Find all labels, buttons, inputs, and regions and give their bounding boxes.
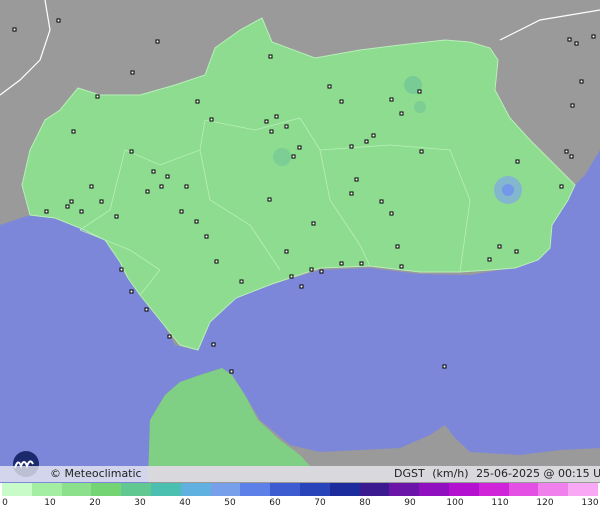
scale-tick-label: 40 — [179, 498, 191, 508]
scale-swatch — [359, 483, 390, 496]
color-scale-bar — [2, 483, 598, 496]
scale-tick-label: 100 — [446, 498, 464, 508]
scale-swatch — [299, 483, 330, 496]
scale-tick-label: 70 — [314, 498, 326, 508]
scale-swatch — [61, 483, 92, 496]
variable-name: DGST — [394, 467, 425, 480]
scale-tick-label: 0 — [2, 498, 8, 508]
scale-swatch — [2, 483, 32, 496]
gust-spot — [502, 184, 514, 196]
scale-tick-label: 20 — [89, 498, 101, 508]
scale-swatch — [180, 483, 211, 496]
scale-tick-label: 50 — [224, 498, 236, 508]
gust-spot — [414, 101, 426, 113]
scale-tick-label: 130 — [581, 498, 599, 508]
scale-tick-label: 90 — [404, 498, 416, 508]
scale-swatch — [150, 483, 181, 496]
scale-swatch — [448, 483, 479, 496]
color-scale-ticks: 0 10 20 30 40 50 60 70 80 90 100 110 120 130 — [0, 498, 600, 514]
scale-tick-label: 30 — [134, 498, 146, 508]
scale-tick-label: 10 — [44, 498, 56, 508]
weather-map — [0, 0, 600, 483]
scale-swatch — [478, 483, 509, 496]
scale-swatch — [210, 483, 241, 496]
gust-spot — [273, 148, 291, 166]
scale-swatch — [568, 483, 598, 496]
scale-swatch — [270, 483, 300, 496]
scale-swatch — [419, 483, 449, 496]
scale-swatch — [329, 483, 360, 496]
scale-swatch — [91, 483, 122, 496]
color-scale: 0 10 20 30 40 50 60 70 80 90 100 110 120 130 — [0, 483, 600, 517]
scale-tick-label: 110 — [491, 498, 509, 508]
timestamp: 25-06-2025 @ 00:15 UTC — [476, 467, 600, 480]
scale-swatch — [538, 483, 569, 496]
scale-tick-label: 80 — [359, 498, 371, 508]
scale-swatch — [31, 483, 62, 496]
variable-label: DGST (km/h) 25-06-2025 @ 00:15 UTC — [394, 467, 600, 480]
scale-swatch — [508, 483, 539, 496]
scale-swatch — [121, 483, 151, 496]
scale-tick-label: 60 — [269, 498, 281, 508]
variable-units: (km/h) — [432, 467, 469, 480]
scale-tick-label: 120 — [536, 498, 554, 508]
scale-swatch — [240, 483, 271, 496]
credit-text: © Meteoclimatic — [50, 467, 142, 480]
scale-swatch — [389, 483, 420, 496]
